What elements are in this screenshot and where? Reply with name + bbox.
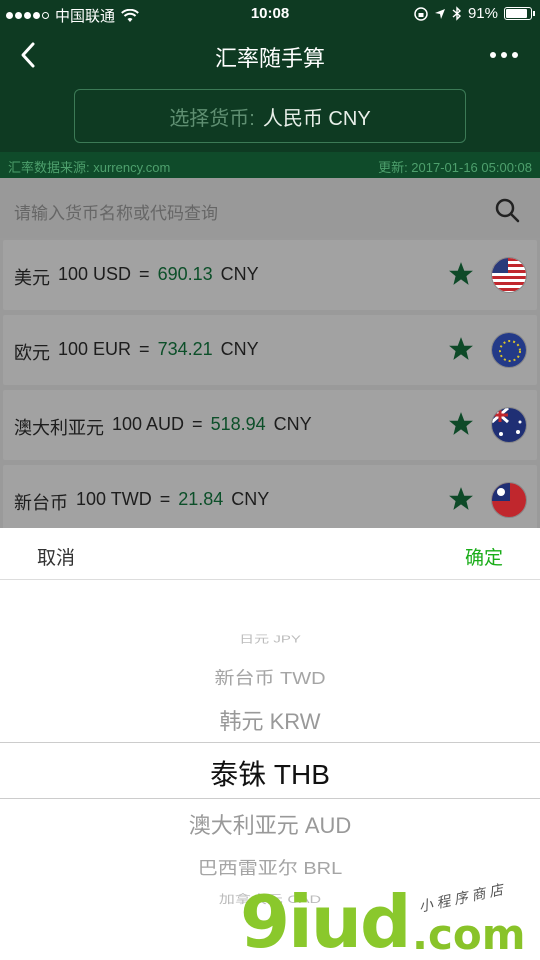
lock-rotation-icon [414,6,428,21]
rate-row-twd[interactable]: 新台币 100 TWD = 21.84 CNY [3,465,537,535]
currency-name: 美元 [14,268,50,288]
data-source-label: 汇率数据来源: xurrency.com [8,160,171,175]
rate-unit: CNY [231,489,270,509]
info-bar: 汇率数据来源: xurrency.com 更新: 2017-01-16 05:0… [0,152,540,178]
rate-text: 美元 100 USD = 690.13 CNY [14,264,259,290]
cancel-button[interactable]: 取消 [37,543,75,570]
search-input[interactable]: 请输入货币名称或代码查询 [14,199,218,224]
rate-row-eur[interactable]: 欧元 100 EUR = 734.21 CNY [3,315,537,385]
rate-row-aud[interactable]: 澳大利亚元 100 AUD = 518.94 CNY [3,390,537,460]
rate-row-usd[interactable]: 美元 100 USD = 690.13 CNY [3,240,537,310]
currency-amount: 100 TWD [76,489,152,509]
selector-area: 选择货币: 人民币 CNY [0,82,540,152]
battery-percent: 91% [467,5,498,22]
search-bar[interactable]: 请输入货币名称或代码查询 [0,178,540,238]
picker-option[interactable]: 加拿大元 CAD [0,890,540,907]
currency-amount: 100 AUD [112,414,185,434]
status-bar: 中国联通 10:08 91% [0,0,540,30]
status-right: 91% [414,5,535,22]
rates-content: 请输入货币名称或代码查询 美元 100 USD = 690.13 CNY 欧元 … [0,178,540,535]
currency-amount: 100 USD [58,264,132,284]
battery-icon [504,7,535,20]
selection-line-top [0,742,540,743]
bluetooth-icon [452,6,461,21]
rate-value: 734.21 [157,339,213,359]
equals-sign: = [159,489,171,509]
picker-option[interactable]: 巴西雷亚尔 BRL [0,854,540,880]
selector-label: 选择货币: [169,107,255,130]
equals-sign: = [139,339,150,359]
rate-unit: CNY [220,264,259,284]
picker-option[interactable]: 新台币 TWD [0,664,540,690]
search-icon[interactable] [494,197,520,223]
currency-name: 新台币 [14,493,68,513]
nav-bar: 汇率随手算 [0,30,540,82]
star-icon[interactable] [448,486,474,512]
picker-option[interactable]: 澳大利亚元 AUD [0,808,540,840]
picker-option[interactable]: 日元 JPY [0,631,540,646]
rate-value: 518.94 [210,414,266,434]
page-title: 汇率随手算 [214,46,325,71]
battery-fill [506,9,527,18]
currency-selector-button[interactable]: 选择货币: 人民币 CNY [74,89,466,143]
au-flag-icon [491,407,527,443]
more-dots-icon[interactable] [490,52,518,58]
rate-unit: CNY [220,339,259,359]
currency-picker-sheet: 取消 确定 日元 JPY 新台币 TWD 韩元 KRW 泰铢 THB 澳大利亚元… [0,528,540,960]
rate-text: 新台币 100 TWD = 21.84 CNY [14,489,269,515]
rate-value: 690.13 [157,264,213,284]
selector-value: 人民币 CNY [262,107,371,130]
equals-sign: = [139,264,150,284]
picker-option[interactable]: 韩元 KRW [0,704,540,736]
currency-name: 澳大利亚元 [14,418,104,438]
rate-text: 欧元 100 EUR = 734.21 CNY [14,339,259,365]
rate-unit: CNY [273,414,312,434]
picker-option-selected[interactable]: 泰铢 THB [0,753,540,793]
equals-sign: = [192,414,203,434]
selection-line-bottom [0,798,540,799]
rate-value: 21.84 [178,489,224,509]
updated-time-label: 更新: 2017-01-16 05:00:08 [378,160,532,175]
location-arrow-icon [434,8,445,19]
eu-flag-icon [491,332,527,368]
confirm-button[interactable]: 确定 [465,543,503,570]
star-icon[interactable] [448,336,474,362]
star-icon[interactable] [448,261,474,287]
currency-amount: 100 EUR [58,339,132,359]
rate-text: 澳大利亚元 100 AUD = 518.94 CNY [14,414,312,440]
picker-header: 取消 确定 [0,528,540,580]
tw-flag-icon [491,482,527,518]
star-icon[interactable] [448,411,474,437]
us-flag-icon [491,257,527,293]
currency-name: 欧元 [14,343,50,363]
